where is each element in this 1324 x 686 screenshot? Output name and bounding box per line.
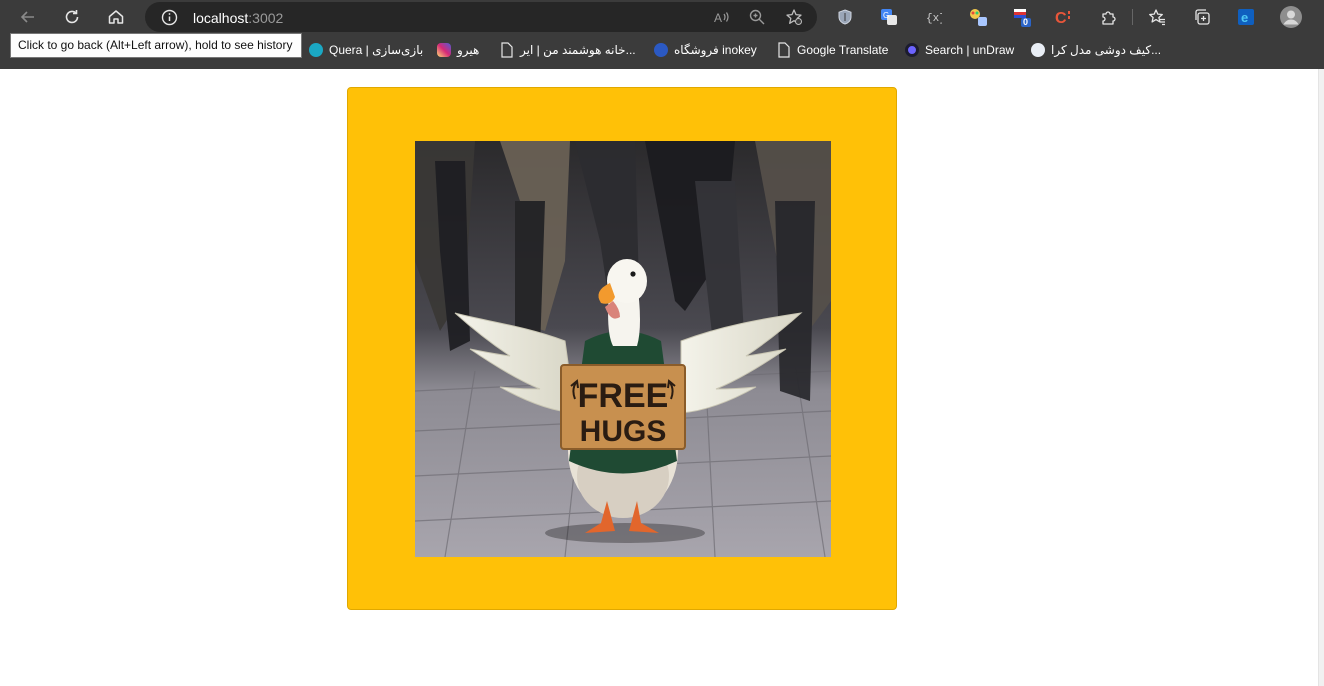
browser-chrome: localhost:3002 A G {x} 0 C	[0, 0, 1324, 69]
yellow-card: FREE HUGS	[347, 87, 897, 610]
sign-text-line-1: FREE	[578, 377, 669, 415]
page-icon	[778, 42, 790, 58]
refresh-icon	[65, 10, 79, 24]
edge-button[interactable]: e	[1234, 5, 1258, 29]
c-logo-icon: C	[1055, 10, 1070, 27]
zoom-icon[interactable]	[748, 8, 766, 26]
avatar-icon	[1280, 6, 1302, 28]
refresh-button[interactable]	[58, 3, 86, 31]
sign-text-line-2: HUGS	[580, 415, 667, 448]
read-aloud-icon[interactable]: A	[713, 8, 731, 26]
shop-icon	[1031, 43, 1045, 57]
bookmark-inokey[interactable]: فروشگاه inokey	[654, 41, 757, 59]
url-host: localhost	[193, 10, 249, 26]
browser-toolbar: localhost:3002 A G {x} 0 C	[0, 0, 1324, 34]
bookmark-google-translate[interactable]: Google Translate	[777, 41, 888, 59]
flag-extension[interactable]: 0	[1010, 5, 1034, 29]
bookmark-smart-home[interactable]: خانه هوشمند من | ایر...	[500, 41, 636, 59]
address-bar[interactable]: localhost:3002 A	[145, 2, 817, 32]
brackets-extension[interactable]: {x}	[921, 5, 945, 29]
inokey-icon	[654, 43, 668, 57]
site-info-icon[interactable]	[161, 9, 178, 26]
shield-extension[interactable]	[833, 5, 857, 29]
collections-icon	[1195, 9, 1210, 25]
home-icon	[108, 10, 124, 24]
svg-text:A: A	[714, 11, 722, 25]
bookmark-label: خانه هوشمند من | ایر...	[520, 43, 636, 57]
extension-badge: 0	[1023, 17, 1029, 27]
c-extension[interactable]: C	[1052, 5, 1076, 29]
favorites-icon	[1149, 9, 1165, 26]
collections-button[interactable]	[1190, 5, 1214, 29]
favorites-button[interactable]	[1145, 5, 1169, 29]
svg-text:{x}: {x}	[926, 13, 942, 25]
home-button[interactable]	[102, 3, 130, 31]
bookmark-bag[interactable]: کیف دوشی مدل کرا...	[1031, 41, 1161, 59]
extensions-button[interactable]	[1097, 5, 1121, 29]
quera-icon	[309, 43, 323, 57]
bookmark-label: کیف دوشی مدل کرا...	[1051, 43, 1162, 57]
bookmark-quera[interactable]: Quera | بازی‌سازی	[309, 41, 423, 59]
toolbar-divider	[1132, 9, 1133, 25]
instagram-icon	[437, 43, 451, 57]
svg-text:e: e	[1241, 10, 1248, 25]
bookmark-hero[interactable]: هیرو	[437, 41, 479, 59]
url-port: :3002	[248, 10, 284, 26]
duck-image: FREE HUGS	[415, 141, 831, 557]
url-text[interactable]: localhost:3002	[193, 10, 283, 26]
color-picker-icon	[970, 9, 987, 26]
back-button[interactable]	[14, 3, 42, 31]
profile-button[interactable]	[1279, 5, 1303, 29]
undraw-icon	[905, 43, 919, 57]
bookmark-label: فروشگاه inokey	[674, 43, 757, 57]
page-scrollbar[interactable]	[1318, 69, 1324, 686]
puzzle-icon	[1102, 11, 1116, 25]
bookmark-label: Quera | بازی‌سازی	[329, 43, 424, 57]
back-arrow-icon	[20, 11, 34, 23]
bookmark-label: هیرو	[457, 43, 480, 57]
favorite-star-icon[interactable]	[785, 8, 803, 26]
back-tooltip: Click to go back (Alt+Left arrow), hold …	[10, 33, 302, 58]
svg-text:G: G	[883, 11, 889, 20]
svg-text:C: C	[1055, 10, 1067, 27]
translate-icon: G	[881, 9, 897, 25]
shield-icon	[838, 9, 852, 25]
bookmark-label: Search | unDraw	[925, 43, 1015, 57]
translate-extension[interactable]: G	[877, 5, 901, 29]
brackets-icon: {x}	[926, 13, 942, 25]
color-picker-extension[interactable]	[966, 5, 990, 29]
edge-icon: e	[1238, 9, 1254, 25]
page-icon	[501, 42, 513, 58]
bookmark-label: Google Translate	[797, 43, 889, 57]
flag-icon	[1014, 9, 1031, 27]
bookmark-undraw[interactable]: Search | unDraw	[905, 41, 1014, 59]
